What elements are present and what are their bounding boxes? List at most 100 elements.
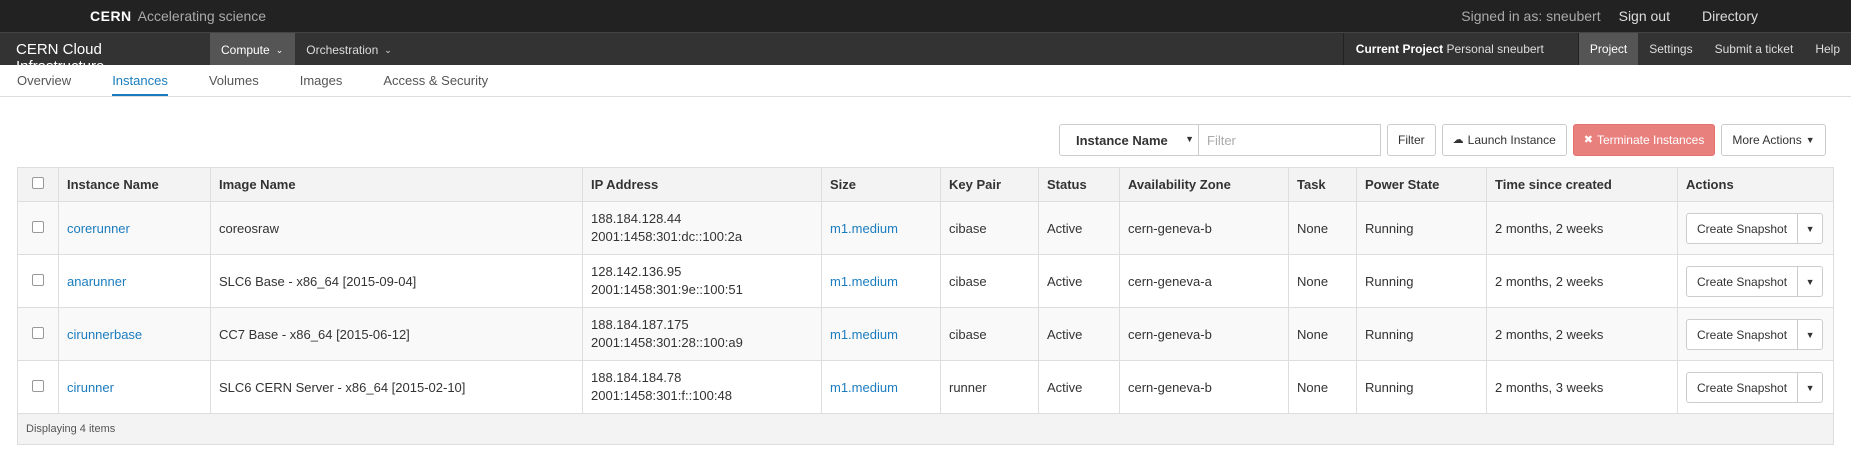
cern-brand[interactable]: CERN Accelerating science <box>90 8 266 24</box>
caret-down-icon[interactable]: ▼ <box>1798 320 1822 349</box>
col-status[interactable]: Status <box>1038 167 1120 202</box>
ipv4-address: 188.184.187.175 <box>591 317 689 332</box>
status: Active <box>1038 307 1120 361</box>
more-actions-button[interactable]: More Actions ▼ <box>1721 124 1826 156</box>
nav-help[interactable]: Help <box>1804 33 1851 65</box>
nav-settings[interactable]: Settings <box>1638 33 1703 65</box>
ip-address-cell: 128.142.136.95 2001:1458:301:9e::100:51 <box>582 254 822 308</box>
table-footer-row: Displaying 4 items <box>17 413 1834 445</box>
instances-table: Instance Name Image Name IP Address Size… <box>17 167 1834 445</box>
key-pair: cibase <box>940 254 1039 308</box>
ip-address-cell: 188.184.184.78 2001:1458:301:f::100:48 <box>582 360 822 414</box>
select-all-cell <box>17 167 59 202</box>
key-pair: runner <box>940 360 1039 414</box>
status: Active <box>1038 201 1120 255</box>
actions-cell: Create Snapshot ▼ <box>1677 360 1834 414</box>
col-task[interactable]: Task <box>1288 167 1357 202</box>
task: None <box>1288 307 1357 361</box>
image-name: CC7 Base - x86_64 [2015-06-12] <box>210 307 583 361</box>
cloud-upload-icon: ☁ <box>1452 134 1464 146</box>
launch-instance-label: Launch Instance <box>1467 133 1556 147</box>
terminate-instances-button[interactable]: ✖ Terminate Instances <box>1572 124 1716 156</box>
power-state: Running <box>1356 254 1487 308</box>
select-all-checkbox[interactable] <box>32 177 44 189</box>
size-link[interactable]: m1.medium <box>830 274 898 289</box>
instance-name-link[interactable]: cirunnerbase <box>67 327 142 342</box>
snapshot-split-button: Create Snapshot ▼ <box>1686 318 1824 350</box>
snapshot-split-button: Create Snapshot ▼ <box>1686 212 1824 244</box>
ipv6-address: 2001:1458:301:28::100:a9 <box>591 335 743 350</box>
menu-compute[interactable]: Compute ⌄ <box>210 33 296 65</box>
menu-orchestration[interactable]: Orchestration ⌄ <box>295 33 404 65</box>
filter-field-value: Instance Name <box>1076 133 1168 148</box>
row-checkbox[interactable] <box>32 273 44 286</box>
create-snapshot-button[interactable]: Create Snapshot <box>1687 319 1799 349</box>
menu-orchestration-label: Orchestration <box>306 43 379 57</box>
col-power-state[interactable]: Power State <box>1356 167 1487 202</box>
tab-images[interactable]: Images <box>300 65 343 96</box>
size-link[interactable]: m1.medium <box>830 327 898 342</box>
instance-name-link[interactable]: anarunner <box>67 274 126 289</box>
menu-compute-label: Compute <box>221 43 270 57</box>
status: Active <box>1038 360 1120 414</box>
caret-down-icon[interactable]: ▼ <box>1798 267 1822 296</box>
sign-out-link[interactable]: Sign out <box>1619 8 1670 24</box>
table-toolbar: Instance Name ▼ Filter ☁ Launch Instance… <box>1059 124 1826 156</box>
actions-cell: Create Snapshot ▼ <box>1677 254 1834 308</box>
table-row: corerunner coreosraw 188.184.128.44 2001:… <box>17 201 1834 255</box>
compute-subnav: Overview Instances Volumes Images Access… <box>0 65 1851 97</box>
instance-name-link[interactable]: corerunner <box>67 221 130 236</box>
app-title[interactable]: CERN Cloud Infrastructure <box>0 33 210 75</box>
current-project-selector[interactable]: Current Project Personal sneubert <box>1342 33 1578 65</box>
power-state: Running <box>1356 201 1487 255</box>
image-name: SLC6 CERN Server - x86_64 [2015-02-10] <box>210 360 583 414</box>
row-checkbox[interactable] <box>32 379 44 392</box>
col-time-since-created[interactable]: Time since created <box>1486 167 1678 202</box>
row-checkbox[interactable] <box>32 326 44 339</box>
snapshot-split-button: Create Snapshot ▼ <box>1686 371 1824 403</box>
status: Active <box>1038 254 1120 308</box>
row-checkbox[interactable] <box>32 220 44 233</box>
caret-down-icon[interactable]: ▼ <box>1798 214 1822 243</box>
col-instance-name[interactable]: Instance Name <box>58 167 211 202</box>
launch-instance-button[interactable]: ☁ Launch Instance <box>1441 124 1567 156</box>
row-select-cell <box>17 254 59 308</box>
filter-field-select[interactable]: Instance Name ▼ <box>1059 124 1199 156</box>
time-since-created: 2 months, 3 weeks <box>1486 360 1678 414</box>
filter-button[interactable]: Filter <box>1387 124 1436 156</box>
col-image-name[interactable]: Image Name <box>210 167 583 202</box>
size-link[interactable]: m1.medium <box>830 221 898 236</box>
app-navbar: CERN Cloud Infrastructure Compute ⌄ Orch… <box>0 32 1851 75</box>
tab-instances[interactable]: Instances <box>112 65 168 96</box>
power-state: Running <box>1356 307 1487 361</box>
nav-submit-ticket[interactable]: Submit a ticket <box>1704 33 1805 65</box>
create-snapshot-button[interactable]: Create Snapshot <box>1687 213 1799 243</box>
tab-volumes[interactable]: Volumes <box>209 65 259 96</box>
key-pair: cibase <box>940 307 1039 361</box>
create-snapshot-button[interactable]: Create Snapshot <box>1687 372 1799 402</box>
directory-link[interactable]: Directory <box>1702 8 1758 24</box>
time-since-created: 2 months, 2 weeks <box>1486 307 1678 361</box>
col-availability-zone[interactable]: Availability Zone <box>1119 167 1289 202</box>
cern-logo-text: CERN <box>90 8 132 24</box>
cern-top-bar: CERN Accelerating science Signed in as: s… <box>0 0 1851 32</box>
col-ip-address[interactable]: IP Address <box>582 167 822 202</box>
table-header-row: Instance Name Image Name IP Address Size… <box>17 167 1834 202</box>
row-select-cell <box>17 201 59 255</box>
tab-access-security[interactable]: Access & Security <box>383 65 488 96</box>
more-actions-label: More Actions <box>1732 133 1802 147</box>
ipv6-address: 2001:1458:301:f::100:48 <box>591 388 732 403</box>
nav-project[interactable]: Project <box>1577 33 1639 65</box>
task: None <box>1288 201 1357 255</box>
ipv6-address: 2001:1458:301:dc::100:2a <box>591 229 743 244</box>
ip-address-cell: 188.184.128.44 2001:1458:301:dc::100:2a <box>582 201 822 255</box>
size-link[interactable]: m1.medium <box>830 380 898 395</box>
caret-down-icon: ▼ <box>1805 135 1815 145</box>
caret-down-icon[interactable]: ▼ <box>1798 373 1822 402</box>
terminate-instances-label: Terminate Instances <box>1596 133 1705 147</box>
create-snapshot-button[interactable]: Create Snapshot <box>1687 266 1799 296</box>
filter-input[interactable] <box>1199 124 1381 156</box>
instance-name-link[interactable]: cirunner <box>67 380 114 395</box>
col-size[interactable]: Size <box>821 167 941 202</box>
col-key-pair[interactable]: Key Pair <box>940 167 1039 202</box>
